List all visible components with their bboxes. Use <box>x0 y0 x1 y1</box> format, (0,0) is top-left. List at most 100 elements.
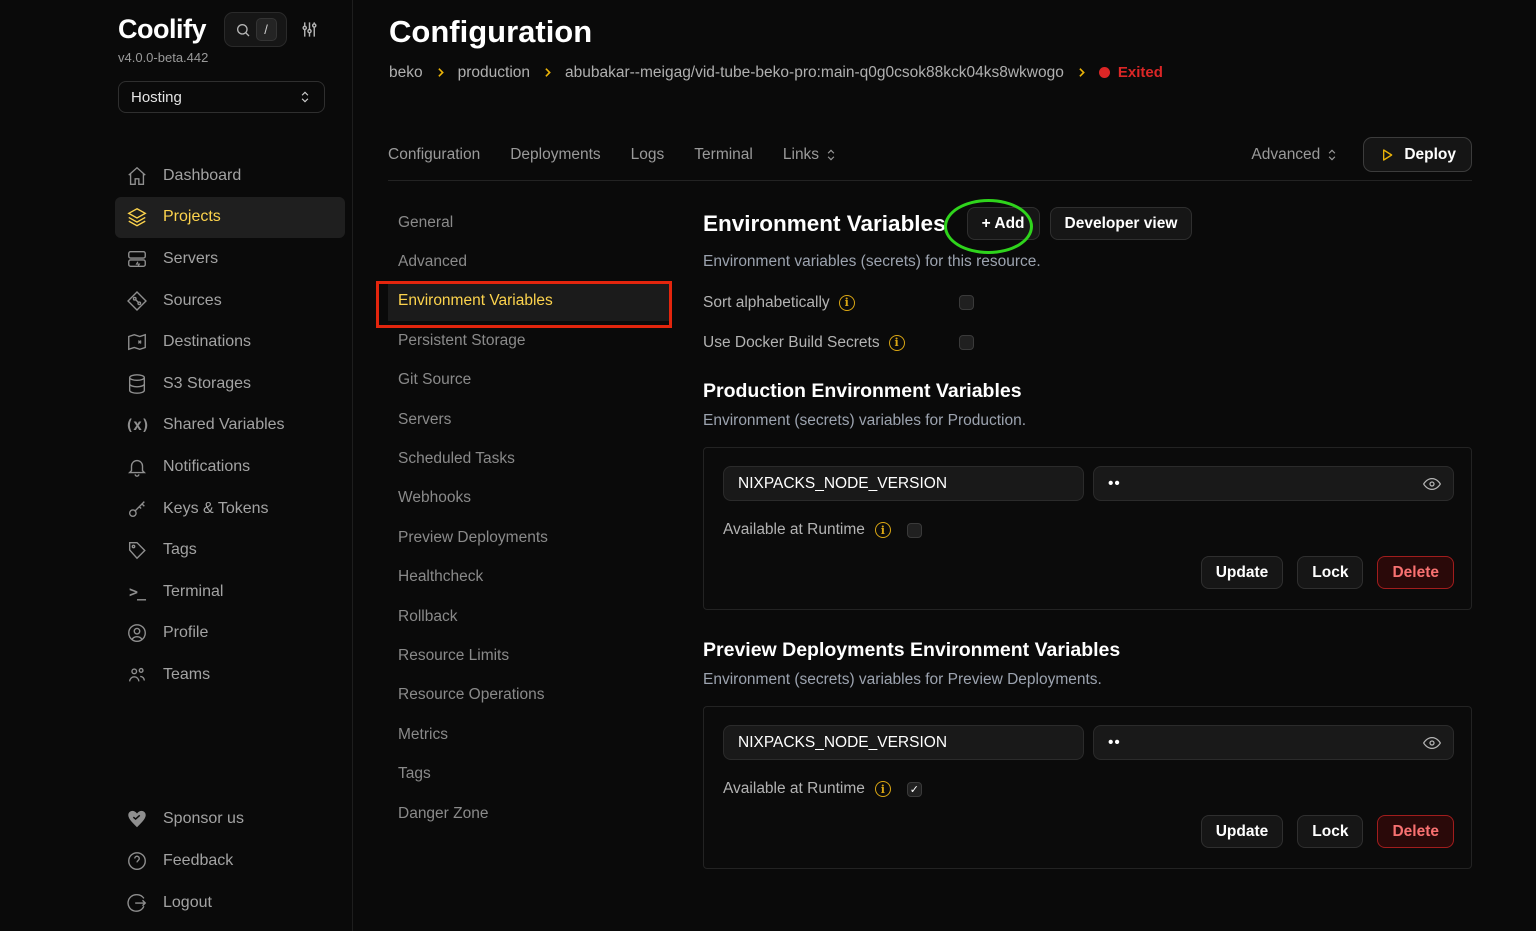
section-title-environment-variables: Environment Variables <box>703 211 946 237</box>
subnav-rollback[interactable]: Rollback <box>388 597 672 636</box>
preview-section-title: Preview Deployments Environment Variable… <box>703 639 1472 662</box>
variable-value-input[interactable] <box>1093 466 1454 501</box>
sidebar-item-dashboard[interactable]: Dashboard <box>115 155 345 197</box>
sidebar-item-profile[interactable]: Profile <box>115 613 345 655</box>
team-select[interactable]: Hosting <box>118 81 325 113</box>
sidebar-item-tags[interactable]: Tags <box>115 529 345 571</box>
app-version: v4.0.0-beta.442 <box>118 50 344 65</box>
tab-terminal[interactable]: Terminal <box>694 146 753 164</box>
sidebar-item-destinations[interactable]: Destinations <box>115 321 345 363</box>
subnav-general[interactable]: General <box>388 203 672 242</box>
sidebar: Coolify / v4.0.0-beta.442 Hosting Dashbo… <box>0 0 353 931</box>
lock-button[interactable]: Lock <box>1297 556 1363 589</box>
search-button[interactable]: / <box>224 12 287 47</box>
main-content: Environment Variables + Add Developer vi… <box>703 207 1472 869</box>
tag-icon <box>126 539 148 561</box>
sidebar-item-logout[interactable]: Logout <box>115 882 345 924</box>
help-circle-icon <box>126 850 148 872</box>
database-icon <box>126 373 148 395</box>
variable-value-input[interactable] <box>1093 725 1454 760</box>
terminal-icon: >_ <box>126 581 148 603</box>
sort-alphabetically-label: Sort alphabetically <box>703 294 830 312</box>
tab-logs[interactable]: Logs <box>631 146 665 164</box>
subnav-webhooks[interactable]: Webhooks <box>388 479 672 518</box>
sort-alphabetically-checkbox[interactable] <box>959 295 974 310</box>
tab-links[interactable]: Links <box>783 146 838 164</box>
info-icon[interactable] <box>875 522 891 538</box>
sidebar-item-s3-storages[interactable]: S3 Storages <box>115 363 345 405</box>
sidebar-item-sources[interactable]: Sources <box>115 280 345 322</box>
tab-deployments[interactable]: Deployments <box>510 146 600 164</box>
sidebar-item-feedback[interactable]: Feedback <box>115 840 345 882</box>
settings-sliders-icon[interactable] <box>300 20 319 39</box>
subnav-tags[interactable]: Tags <box>388 754 672 793</box>
sidebar-item-terminal[interactable]: >_ Terminal <box>115 571 345 613</box>
available-at-runtime-checkbox[interactable] <box>907 523 922 538</box>
reveal-value-eye-icon[interactable] <box>1422 733 1442 753</box>
section-subtitle: Environment variables (secrets) for this… <box>703 253 1472 271</box>
update-button[interactable]: Update <box>1201 815 1284 848</box>
info-icon[interactable] <box>875 781 891 797</box>
subnav-git-source[interactable]: Git Source <box>388 361 672 400</box>
sidebar-item-keys-tokens[interactable]: Keys & Tokens <box>115 488 345 530</box>
production-section-title: Production Environment Variables <box>703 380 1472 403</box>
variable-name-input[interactable] <box>723 725 1084 760</box>
production-section-subtitle: Environment (secrets) variables for Prod… <box>703 412 1472 430</box>
update-button[interactable]: Update <box>1201 556 1284 589</box>
sidebar-footer: Sponsor us Feedback Logout <box>115 798 345 924</box>
subnav-metrics[interactable]: Metrics <box>388 715 672 754</box>
subnav-environment-variables[interactable]: Environment Variables <box>388 282 672 321</box>
available-at-runtime-checkbox[interactable] <box>907 782 922 797</box>
sidebar-item-projects[interactable]: Projects <box>115 197 345 239</box>
users-icon <box>126 664 148 686</box>
page-title: Configuration <box>389 14 592 50</box>
breadcrumb-environment[interactable]: production <box>458 64 530 82</box>
advanced-dropdown[interactable]: Advanced <box>1251 146 1339 164</box>
sidebar-item-servers[interactable]: Servers <box>115 238 345 280</box>
info-icon[interactable] <box>839 295 855 311</box>
git-source-icon <box>126 290 148 312</box>
subnav-resource-operations[interactable]: Resource Operations <box>388 676 672 715</box>
lock-button[interactable]: Lock <box>1297 815 1363 848</box>
sidebar-item-notifications[interactable]: Notifications <box>115 446 345 488</box>
subnav-servers[interactable]: Servers <box>388 400 672 439</box>
delete-button[interactable]: Delete <box>1377 815 1454 848</box>
reveal-value-eye-icon[interactable] <box>1422 474 1442 494</box>
status-badge: Exited <box>1099 64 1163 81</box>
subnav-danger-zone[interactable]: Danger Zone <box>388 794 672 833</box>
play-icon <box>1379 147 1395 163</box>
deploy-button[interactable]: Deploy <box>1363 137 1472 172</box>
chevron-right-icon <box>541 66 554 79</box>
breadcrumb-team[interactable]: beko <box>389 64 423 82</box>
docker-build-secrets-label: Use Docker Build Secrets <box>703 334 880 352</box>
subnav-persistent-storage[interactable]: Persistent Storage <box>388 321 672 360</box>
search-shortcut-key: / <box>256 18 277 41</box>
breadcrumb-resource[interactable]: abubakar--meigag/vid-tube-beko-pro:main-… <box>565 64 1064 82</box>
sidebar-item-shared-variables[interactable]: (x) Shared Variables <box>115 405 345 447</box>
chevron-updown-icon <box>824 148 838 162</box>
available-at-runtime-label: Available at Runtime <box>723 521 865 539</box>
delete-button[interactable]: Delete <box>1377 556 1454 589</box>
app-logo: Coolify <box>118 14 206 45</box>
sidebar-item-teams[interactable]: Teams <box>115 654 345 696</box>
subnav-preview-deployments[interactable]: Preview Deployments <box>388 518 672 557</box>
preview-section-subtitle: Environment (secrets) variables for Prev… <box>703 671 1472 689</box>
subnav-healthcheck[interactable]: Healthcheck <box>388 558 672 597</box>
preview-variable-card: Available at Runtime Update Lock Delete <box>703 706 1472 869</box>
subnav-scheduled-tasks[interactable]: Scheduled Tasks <box>388 439 672 478</box>
add-variable-button[interactable]: + Add <box>967 207 1040 240</box>
subnav-advanced[interactable]: Advanced <box>388 242 672 281</box>
tab-configuration[interactable]: Configuration <box>388 146 480 164</box>
subnav-resource-limits[interactable]: Resource Limits <box>388 636 672 675</box>
chevron-updown-icon <box>298 90 312 104</box>
server-icon <box>126 248 148 270</box>
variable-name-input[interactable] <box>723 466 1084 501</box>
sidebar-item-sponsor-us[interactable]: Sponsor us <box>115 798 345 840</box>
layers-icon <box>126 206 148 228</box>
info-icon[interactable] <box>889 335 905 351</box>
developer-view-button[interactable]: Developer view <box>1050 207 1193 240</box>
sort-alphabetically-row: Sort alphabetically <box>703 294 1472 311</box>
available-at-runtime-label: Available at Runtime <box>723 780 865 798</box>
docker-build-secrets-checkbox[interactable] <box>959 335 974 350</box>
status-label: Exited <box>1118 64 1163 81</box>
